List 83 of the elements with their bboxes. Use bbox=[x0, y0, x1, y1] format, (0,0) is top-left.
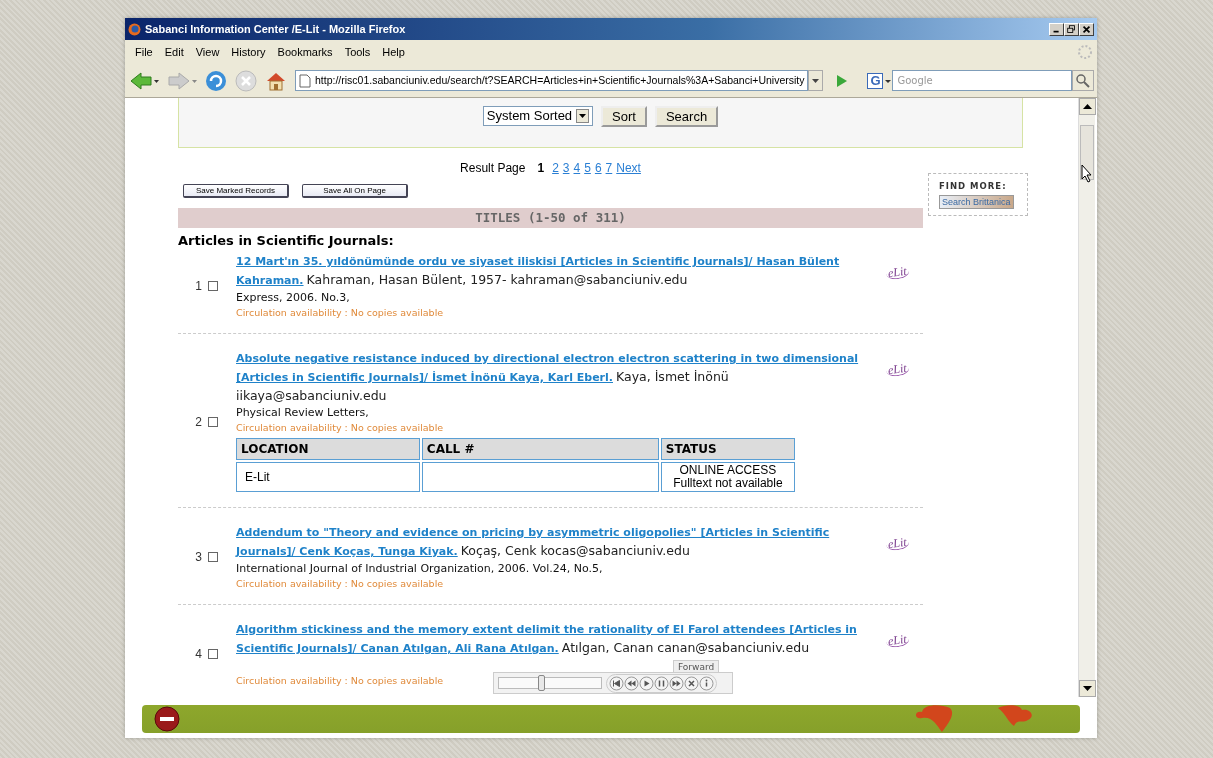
dropdown-button[interactable] bbox=[808, 70, 824, 91]
page-link[interactable]: 6 bbox=[594, 159, 602, 177]
menu-item[interactable]: Help bbox=[376, 43, 411, 61]
firefox-icon bbox=[128, 22, 141, 36]
elit-logo[interactable]: eLit bbox=[885, 535, 910, 552]
record-number: 1 bbox=[195, 278, 202, 295]
mouse-cursor-icon bbox=[1081, 164, 1093, 183]
record-checkbox[interactable] bbox=[208, 416, 218, 427]
skip-back-icon[interactable] bbox=[609, 675, 624, 691]
page-link[interactable]: 7 bbox=[605, 159, 613, 177]
page-link[interactable]: 1 bbox=[537, 159, 545, 177]
record-title[interactable]: 12 Mart'ın 35. yıldönümünde ordu ve siyaset iliskisi [Articles in Scientific Journals]/ Hasan Bülent Kahraman. Kahraman, Hasan Bülent, 1957- kahraman@sabanciuniv.edu bbox=[236, 252, 876, 290]
menu-item[interactable]: History bbox=[225, 43, 272, 61]
scroll-down-icon[interactable] bbox=[1079, 680, 1096, 697]
page-link[interactable]: 2 bbox=[552, 159, 559, 177]
stop-sign-icon[interactable] bbox=[154, 706, 180, 732]
rewind-icon[interactable] bbox=[624, 675, 639, 691]
search-field[interactable]: Google bbox=[892, 70, 1073, 91]
close-button[interactable] bbox=[1079, 22, 1094, 36]
record-number: 2 bbox=[195, 413, 202, 431]
close-icon[interactable] bbox=[684, 675, 699, 691]
elit-logo[interactable]: eLit bbox=[885, 361, 910, 378]
back-arrow-icon[interactable] bbox=[129, 70, 159, 91]
circulation-text: Circulation availability : No copies available bbox=[236, 421, 444, 435]
menu-item[interactable]: Edit bbox=[158, 43, 190, 61]
source-text: Physical Review Letters, bbox=[236, 405, 370, 421]
sort-select[interactable]: System Sorted bbox=[482, 106, 594, 126]
circulation-text: Circulation availability : No copies available bbox=[236, 674, 444, 688]
menu-item[interactable]: Bookmarks bbox=[271, 43, 339, 61]
column-header: STATUS bbox=[660, 438, 795, 460]
table-cell: E-Lit bbox=[236, 462, 420, 492]
record-title[interactable]: Algorithm stickiness and the memory extent delimit the rationality of El Farol attendees [Articles in Scientific Journals]/ Canan Atılgan, Ali Rana Atılgan. Atılgan, Canan canan@sabanciuniv.edu bbox=[236, 620, 876, 658]
record-title[interactable]: Addendum to "Theory and evidence on pricing by asymmetric oligopolies" [Articles in Scientific Journals]/ Cenk Koças, Tunga Kiyak. Koçaş, Cenk kocas@sabanciuniv.edu bbox=[236, 523, 876, 561]
status-text: ONLINE ACCESS bbox=[678, 464, 778, 477]
form-button[interactable]: Search bbox=[654, 106, 719, 127]
throbber-icon bbox=[1077, 44, 1093, 60]
next-link[interactable]: Next bbox=[616, 159, 641, 177]
restore-button[interactable] bbox=[1064, 22, 1079, 36]
circulation-text: Circulation availability : No copies available bbox=[236, 577, 444, 591]
slider-thumb[interactable] bbox=[537, 675, 545, 691]
menu-item[interactable]: Tools bbox=[338, 43, 377, 61]
elit-logo[interactable]: eLit bbox=[885, 632, 910, 649]
reload-icon[interactable] bbox=[205, 69, 227, 92]
save-button[interactable]: Save All On Page bbox=[302, 184, 408, 198]
elit-logo[interactable]: eLit bbox=[885, 264, 910, 281]
source-text: Express, 2006. No.3, bbox=[236, 290, 351, 306]
seek-slider[interactable] bbox=[498, 677, 602, 689]
find-more-heading: FIND MORE: bbox=[939, 180, 1008, 193]
page-link[interactable]: 3 bbox=[562, 159, 570, 177]
column-header: CALL # bbox=[421, 438, 659, 460]
record-checkbox[interactable] bbox=[208, 552, 218, 562]
search-icon[interactable] bbox=[1072, 70, 1095, 91]
fast-forward-icon[interactable] bbox=[669, 675, 684, 691]
search-engine-button[interactable]: G bbox=[867, 72, 884, 89]
pause-icon[interactable] bbox=[654, 675, 669, 691]
scroll-up-icon[interactable] bbox=[1079, 98, 1096, 115]
menu-item[interactable]: View bbox=[189, 43, 226, 61]
column-header: LOCATION bbox=[236, 438, 420, 460]
minimize-button[interactable] bbox=[1049, 22, 1064, 36]
form-button[interactable]: Sort bbox=[601, 106, 647, 127]
source-text: International Journal of Industrial Organization, 2006. Vol.24, No.5, bbox=[236, 561, 604, 577]
record-title[interactable]: Absolute negative resistance induced by directional electron electron scattering in two dimensional [Articles in Scientific Journals]/ İsmet İnönü Kaya, Karl Eberl. Kaya, İsmet İnönü iikaya@sabanciuniv.edu bbox=[236, 349, 876, 405]
page-link[interactable]: 4 bbox=[573, 159, 581, 177]
save-button[interactable]: Save Marked Records bbox=[183, 184, 289, 198]
url-text: http://risc01.sabanciuniv.edu/search/t?SEARCH=Articles+in+Scientific+Journals%3A+Sabanci+University bbox=[315, 72, 805, 88]
titles-bar: TITLES (1-50 of 311) bbox=[178, 208, 923, 228]
caret-icon bbox=[576, 109, 590, 123]
scrollbar[interactable] bbox=[1078, 98, 1095, 697]
section-heading: Articles in Scientific Journals: bbox=[178, 233, 395, 249]
page-link[interactable]: 5 bbox=[584, 159, 591, 177]
record-number: 3 bbox=[195, 549, 202, 566]
circulation-text: Circulation availability : No copies available bbox=[236, 306, 444, 320]
status-text: Fulltext not available bbox=[672, 477, 784, 490]
record-number: 4 bbox=[195, 646, 202, 663]
record-checkbox[interactable] bbox=[208, 649, 218, 659]
result-page-label: Result Page bbox=[460, 160, 526, 177]
window-title: Sabanci Information Center /E-Lit - Mozilla Firefox bbox=[145, 21, 406, 37]
address-field[interactable]: http://risc01.sabanciuniv.edu/search/t?SEARCH=Articles+in+Scientific+Journals%3A+Sabanci+University bbox=[295, 70, 809, 91]
play-icon[interactable] bbox=[639, 675, 654, 691]
menu-item[interactable]: File bbox=[129, 43, 159, 61]
britannica-link[interactable]: Search Brittanica bbox=[939, 194, 1014, 209]
record-checkbox[interactable] bbox=[208, 281, 218, 291]
page-icon bbox=[299, 73, 311, 88]
